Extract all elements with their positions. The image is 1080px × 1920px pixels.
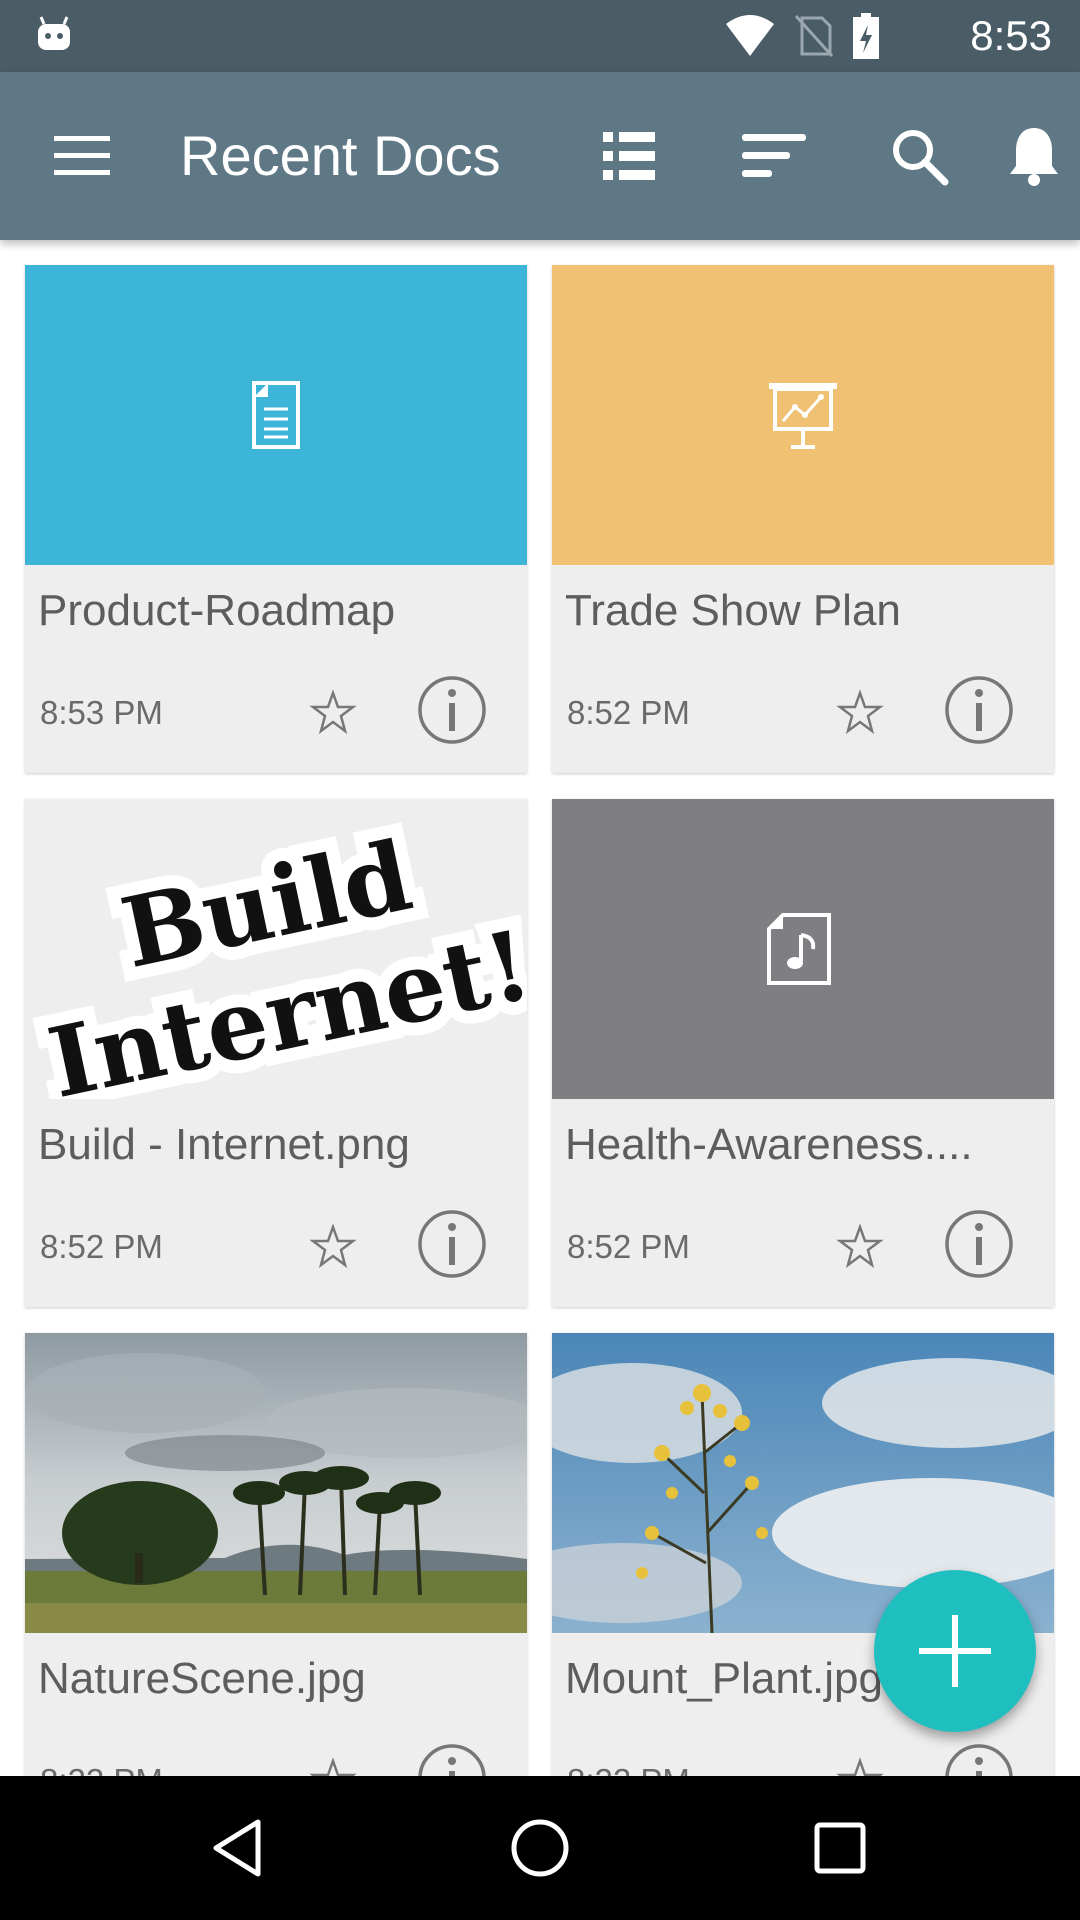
no-sim-icon	[794, 14, 834, 58]
document-time: 8:52 PM	[567, 694, 690, 731]
presentation-icon	[769, 383, 837, 449]
notifications-icon[interactable]	[1000, 122, 1068, 190]
wifi-icon	[726, 15, 774, 56]
info-icon[interactable]	[944, 1209, 1014, 1279]
recents-icon[interactable]	[800, 1808, 880, 1888]
star-icon[interactable]	[309, 689, 357, 737]
info-icon[interactable]	[417, 675, 487, 745]
document-name: NatureScene.jpg	[38, 1654, 366, 1703]
document-card[interactable]: NatureScene.jpg 8:22 PM	[25, 1333, 527, 1776]
info-icon[interactable]	[417, 1743, 487, 1776]
android-icon	[38, 16, 70, 50]
document-time: 8:52 PM	[567, 1228, 690, 1265]
build-internet-image: Build Internet!	[26, 806, 527, 1099]
status-bar: 8:53	[0, 0, 1080, 72]
status-time: 8:53	[970, 12, 1052, 59]
info-icon[interactable]	[944, 675, 1014, 745]
music-file-icon	[767, 913, 831, 985]
document-thumbnail[interactable]	[25, 265, 527, 565]
document-card[interactable]: Trade Show Plan 8:52 PM	[552, 265, 1054, 773]
star-icon[interactable]	[836, 1757, 884, 1776]
menu-icon[interactable]	[50, 130, 114, 182]
document-card[interactable]: Health-Awareness.... 8:52 PM	[552, 799, 1054, 1307]
star-icon[interactable]	[309, 1223, 357, 1271]
battery-charging-icon	[853, 13, 879, 59]
document-icon	[252, 381, 300, 449]
back-icon[interactable]	[200, 1808, 280, 1888]
document-thumbnail[interactable]	[552, 265, 1054, 565]
document-thumbnail[interactable]: Build Internet!	[25, 799, 527, 1099]
star-icon[interactable]	[309, 1757, 357, 1776]
document-name: Health-Awareness....	[565, 1120, 973, 1169]
info-icon[interactable]	[417, 1209, 487, 1279]
document-thumbnail[interactable]	[552, 799, 1054, 1099]
page-title: Recent Docs	[180, 124, 501, 187]
navigation-bar	[0, 1776, 1080, 1920]
documents-grid: Product-Roadmap 8:53 PM Trade Show Plan …	[0, 240, 1080, 1776]
document-time: 8:22 PM	[40, 1761, 163, 1776]
document-thumbnail[interactable]	[25, 1333, 527, 1633]
app-bar: Recent Docs	[0, 72, 1080, 240]
document-card[interactable]: Product-Roadmap 8:53 PM	[25, 265, 527, 773]
info-icon[interactable]	[944, 1743, 1014, 1776]
document-time: 8:52 PM	[40, 1228, 163, 1265]
list-view-icon[interactable]	[595, 122, 663, 190]
document-time: 8:53 PM	[40, 694, 163, 731]
nature-photo	[25, 1333, 527, 1633]
search-icon[interactable]	[885, 122, 953, 190]
document-name: Trade Show Plan	[565, 586, 901, 635]
sort-icon[interactable]	[740, 122, 808, 190]
document-name: Product-Roadmap	[38, 586, 396, 635]
add-document-button[interactable]	[874, 1570, 1036, 1732]
home-icon[interactable]	[500, 1808, 580, 1888]
plus-icon	[919, 1615, 991, 1687]
star-icon[interactable]	[836, 689, 884, 737]
document-name: Build - Internet.png	[38, 1120, 410, 1169]
document-time: 8:22 PM	[567, 1761, 690, 1776]
star-icon[interactable]	[836, 1223, 884, 1271]
document-card[interactable]: Build Internet! Build - Internet.png 8:5…	[25, 799, 527, 1307]
